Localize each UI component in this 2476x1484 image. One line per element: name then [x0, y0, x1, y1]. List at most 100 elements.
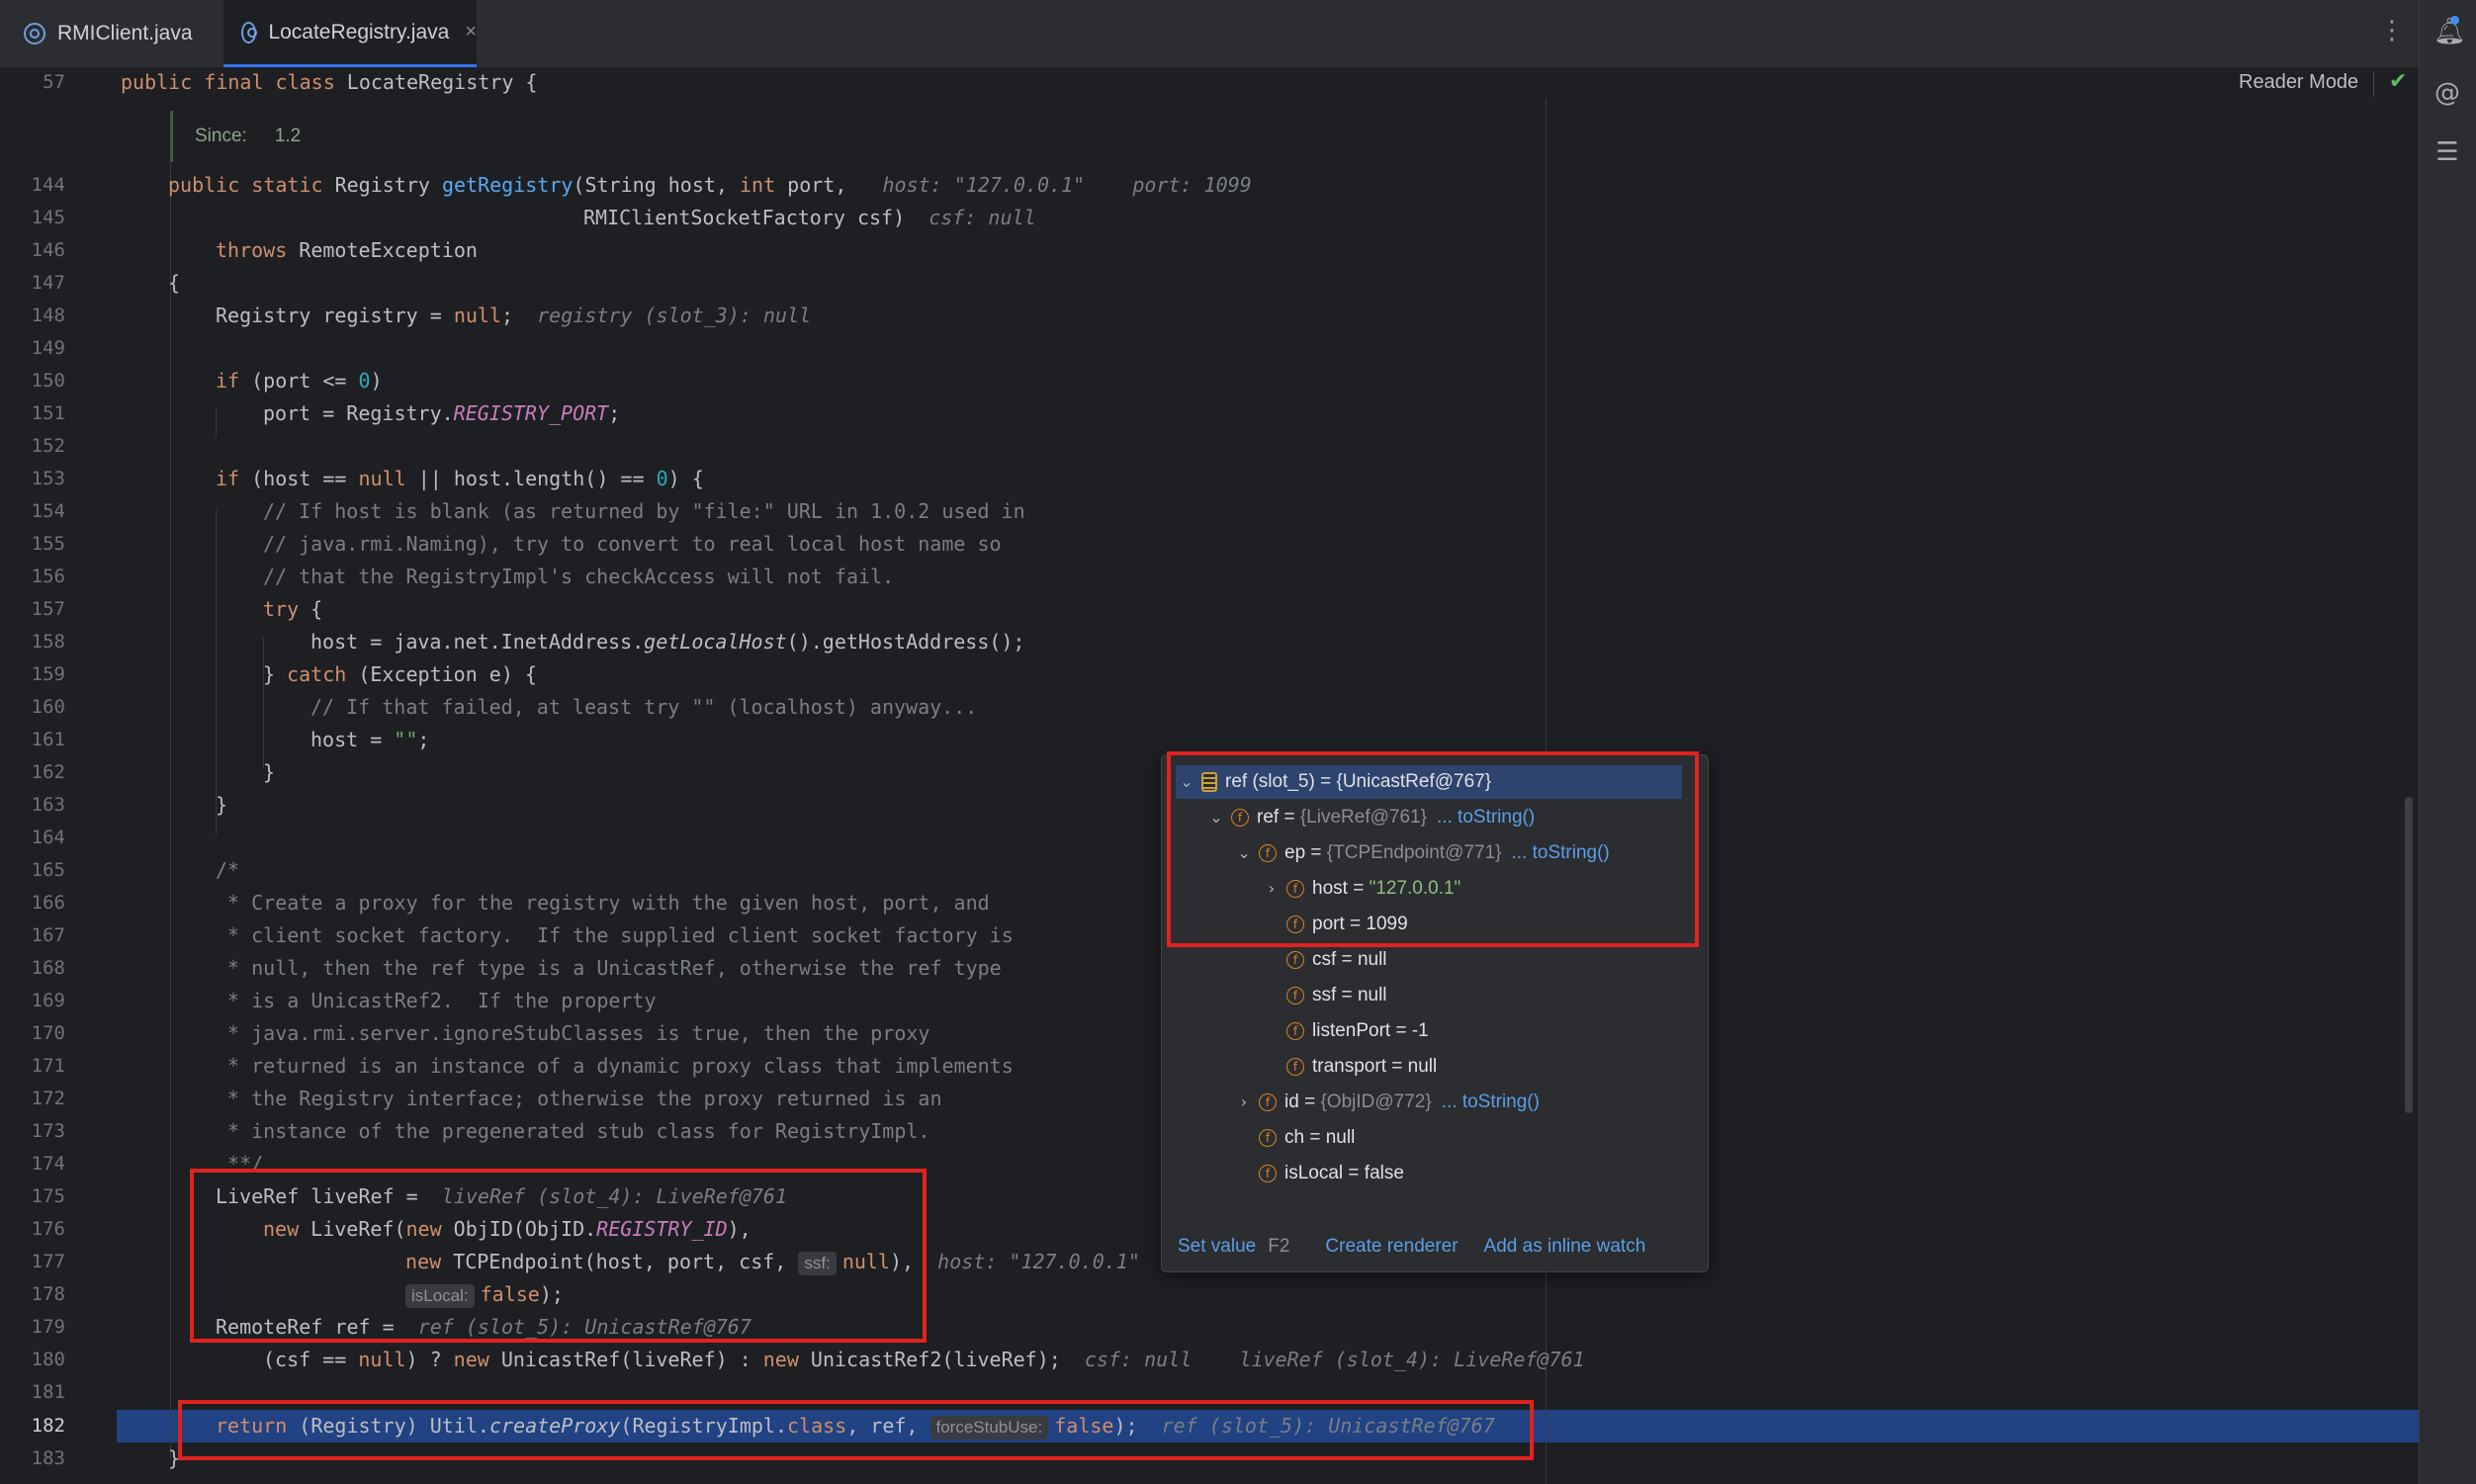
code-token: (Exception e) { [346, 662, 537, 686]
line-number: 160 [31, 696, 65, 718]
code-token: ) ? [405, 1348, 454, 1371]
variable-name: ch = [1284, 1127, 1326, 1148]
variable-name: csf = [1312, 949, 1358, 970]
code-line-162: } [263, 760, 276, 784]
code-token: Registry registry = [216, 304, 454, 327]
line-number: 162 [31, 761, 65, 783]
variable-row[interactable]: f csf = null [1162, 943, 1795, 977]
code-token: port, [775, 173, 847, 197]
code-line-170: * java.rmi.server.ignoreStubClasses is t… [216, 1021, 930, 1045]
line-number: 164 [31, 827, 65, 848]
line-number: 175 [31, 1185, 65, 1207]
variable-row[interactable]: › f id = {ObjID@772} ... toString() [1162, 1086, 1767, 1119]
variable-row[interactable]: f listenPort = -1 [1162, 1014, 1795, 1048]
inline-debug-value: registry (slot_3): null [537, 304, 812, 327]
code-token: { [299, 597, 323, 621]
code-token: } [263, 662, 288, 686]
line-number: 57 [43, 71, 65, 93]
line-number: 153 [31, 468, 65, 489]
inline-debug-value: host: "127.0.0.1" [882, 173, 1086, 197]
code-token: 0 [358, 369, 371, 393]
variable-row[interactable]: f isLocal = false [1162, 1157, 1767, 1190]
line-number: 173 [31, 1120, 65, 1142]
code-line-167: * client socket factory. If the supplied… [216, 923, 1014, 947]
variable-value: -1 [1411, 1020, 1429, 1041]
code-token: getRegistry [441, 173, 574, 197]
variable-name: ssf = [1312, 985, 1358, 1005]
annotation-box-liveref [190, 1169, 927, 1343]
code-line-172: * the Registry interface; otherwise the … [216, 1087, 942, 1110]
line-number: 182 [31, 1415, 65, 1437]
code-line-158: host = java.net.InetAddress.getLocalHost… [310, 626, 1024, 658]
variable-row[interactable]: f ssf = null [1162, 979, 1795, 1012]
code-token: ().getHostAddress(); [786, 630, 1025, 654]
line-number: 181 [31, 1381, 65, 1403]
field-icon: f [1259, 1092, 1277, 1111]
tab-label: RMIClient.java [57, 22, 193, 44]
line-number: 177 [31, 1251, 65, 1272]
line-number: 165 [31, 859, 65, 881]
inline-debug-value: host: "127.0.0.1" [937, 1250, 1140, 1273]
code-token: ; [417, 728, 430, 751]
annotation-box-return [178, 1400, 1534, 1460]
line-number: 156 [31, 566, 65, 587]
code-token: null [358, 1348, 406, 1371]
line-number: 170 [31, 1022, 65, 1044]
variable-name: isLocal = [1284, 1163, 1365, 1183]
code-token: getLocalHost [644, 630, 787, 654]
ai-assistant-icon[interactable]: @ [2433, 79, 2461, 107]
line-number: 169 [31, 990, 65, 1011]
code-line-157: try { [263, 593, 322, 626]
code-token: if [216, 369, 240, 393]
check-icon: ✔ [2389, 69, 2408, 94]
code-token: (port <= [239, 369, 359, 393]
reader-mode-button[interactable]: Reader Mode [2239, 71, 2358, 94]
line-number: 161 [31, 729, 65, 750]
code-line-160: // If that failed, at least try "" (loca… [310, 695, 978, 719]
field-icon: f [1286, 1021, 1304, 1040]
line-number: 151 [31, 402, 65, 424]
line-number: 155 [31, 533, 65, 555]
variable-row[interactable]: f ch = null [1162, 1121, 1767, 1155]
line-number: 157 [31, 598, 65, 620]
inline-debug-value: csf: null [1084, 1348, 1193, 1371]
code-token: throws [216, 238, 288, 262]
code-line-163: } [216, 793, 228, 817]
separator [2373, 71, 2374, 97]
code-line-146: throws RemoteException [216, 234, 478, 267]
kebab-menu-icon[interactable]: ⋮ [2379, 16, 2405, 45]
database-icon[interactable]: ☰ [2433, 138, 2461, 166]
code-token: ; [501, 304, 514, 327]
code-token: if [216, 467, 240, 490]
variable-value: null [1357, 949, 1387, 970]
popup-footer: Set value F2 Create renderer Add as inline … [1178, 1236, 1645, 1258]
close-tab-icon[interactable]: × [465, 21, 477, 44]
field-icon: f [1286, 1057, 1304, 1076]
variable-row[interactable]: f transport = null [1162, 1050, 1795, 1084]
line-number: 163 [31, 794, 65, 816]
tab-locateregistry[interactable]: LocateRegistry.java × [223, 0, 477, 67]
add-inline-watch-link[interactable]: Add as inline watch [1484, 1236, 1646, 1257]
to-string-link[interactable]: ... toString() [1442, 1091, 1540, 1112]
variable-name: id = [1284, 1091, 1321, 1112]
annotation-box-popup [1167, 751, 1699, 947]
code-line-57: public final class LocateRegistry { [121, 66, 537, 99]
line-number: 166 [31, 892, 65, 914]
vertical-scrollbar-thumb[interactable] [2405, 797, 2413, 1113]
set-value-link[interactable]: Set value [1178, 1236, 1256, 1257]
create-renderer-link[interactable]: Create renderer [1325, 1236, 1458, 1257]
code-line-155: // java.rmi.Naming), try to convert to r… [263, 532, 1002, 556]
indent-guide [216, 509, 217, 835]
line-number: 167 [31, 924, 65, 946]
rendered-javadoc-since: Since: 1.2 [170, 111, 301, 162]
line-number: 150 [31, 370, 65, 392]
chevron-right-icon[interactable]: › [1233, 1086, 1255, 1119]
variable-name: listenPort = [1312, 1020, 1412, 1041]
java-class-icon [24, 23, 45, 44]
code-token: LocateRegistry { [334, 70, 538, 94]
code-token: ; [608, 401, 621, 425]
field-icon: f [1286, 986, 1304, 1004]
code-token: RemoteException [287, 238, 478, 262]
field-icon: f [1259, 1164, 1277, 1182]
tab-rmiclient[interactable]: RMIClient.java [24, 0, 193, 67]
